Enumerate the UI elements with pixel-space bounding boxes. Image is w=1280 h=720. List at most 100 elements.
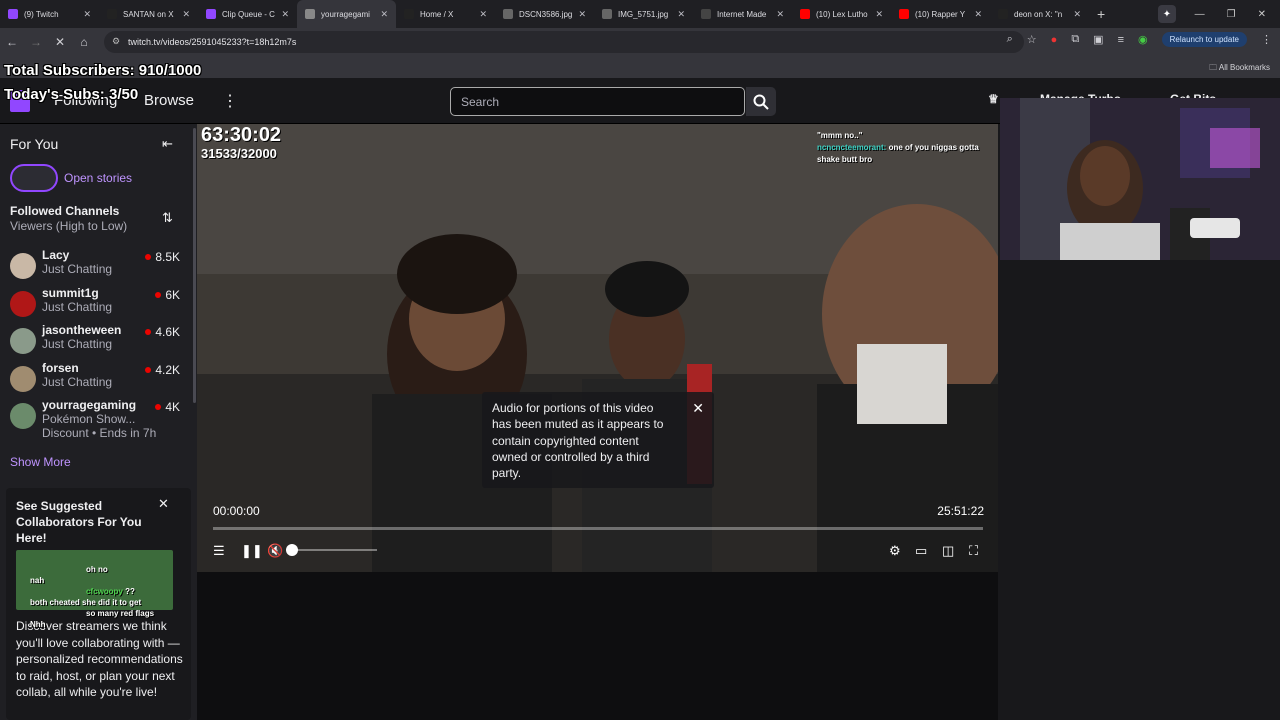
sidebar-channel[interactable]: yourragegaming Pokémon Show... 4K Discount … bbox=[10, 398, 185, 440]
settings-icon[interactable]: ⚙ bbox=[889, 543, 901, 559]
sidebar-channel[interactable]: summit1g Just Chatting 6K bbox=[10, 286, 185, 320]
extension-red-icon[interactable]: ● bbox=[1051, 34, 1058, 46]
home-icon[interactable]: ⌂ bbox=[72, 35, 96, 49]
channel-name: summit1g bbox=[42, 285, 99, 300]
fullscreen-icon[interactable]: ⛶ bbox=[969, 543, 978, 559]
browser-tab[interactable]: (9) Twitch ✕ bbox=[0, 0, 99, 28]
browser-tab[interactable]: Internet Made ✕ bbox=[693, 0, 792, 28]
volume-slider[interactable] bbox=[293, 549, 377, 551]
tab-title: deon on X: "n bbox=[1014, 9, 1063, 19]
open-stories[interactable]: Open stories bbox=[10, 164, 132, 192]
tab-close-icon[interactable]: ✕ bbox=[83, 9, 91, 20]
tab-title: yourragegami bbox=[321, 9, 370, 19]
address-bar-row: ← → ✕ ⌂ ⚙ twitch.tv/videos/2591045233?t=… bbox=[0, 28, 1280, 56]
tab-close-icon[interactable]: ✕ bbox=[281, 9, 289, 20]
tab-title: DSCN3586.jpg bbox=[519, 9, 573, 19]
duration: 25:51:22 bbox=[937, 504, 984, 518]
minimize-icon[interactable]: — bbox=[1195, 9, 1205, 20]
forward-icon[interactable]: → bbox=[24, 35, 48, 49]
browser-tab[interactable]: IMG_5751.jpg ✕ bbox=[594, 0, 693, 28]
volume-knob[interactable] bbox=[286, 544, 298, 556]
sidebar-channel[interactable]: forsen Just Chatting 4.2K bbox=[10, 361, 185, 395]
tab-close-icon[interactable]: ✕ bbox=[380, 9, 388, 20]
overlay-chat-line: "mmm no.." bbox=[817, 130, 997, 142]
search-icon bbox=[753, 94, 769, 110]
more-icon[interactable]: ⋮ bbox=[222, 91, 238, 111]
bookmark-star-icon[interactable]: ☆ bbox=[1027, 33, 1037, 46]
muted-audio-notice: Audio for portions of this video has bee… bbox=[482, 392, 714, 488]
video-frame bbox=[197, 124, 998, 572]
below-player-area bbox=[197, 572, 998, 720]
browser-tab[interactable]: deon on X: "n ✕ bbox=[990, 0, 1089, 28]
tab-close-icon[interactable]: ✕ bbox=[974, 9, 982, 20]
reading-list-icon[interactable]: ≡ bbox=[1118, 34, 1124, 46]
sidebar-scrollbar[interactable] bbox=[193, 128, 196, 403]
sidebar-channel[interactable]: Lacy Just Chatting 8.5K bbox=[10, 248, 185, 282]
menu-dots-icon[interactable]: ⋮ bbox=[1261, 33, 1272, 46]
channel-category: Just Chatting bbox=[42, 262, 113, 276]
chat-message: ?? bbox=[125, 587, 135, 596]
zoom-icon[interactable]: ⌕ bbox=[1007, 33, 1013, 46]
browse-link[interactable]: Browse bbox=[144, 92, 194, 109]
browser-tab[interactable]: (10) Lex Lutho ✕ bbox=[792, 0, 891, 28]
current-time: 00:00:00 bbox=[213, 504, 260, 518]
new-tab-button[interactable]: + bbox=[1089, 6, 1113, 22]
tab-close-icon[interactable]: ✕ bbox=[578, 9, 586, 20]
channel-promo: Discount • Ends in 7h bbox=[42, 426, 157, 440]
extensions-icon[interactable]: ⧉ bbox=[1071, 33, 1079, 46]
profile-icon[interactable]: ◉ bbox=[1138, 33, 1148, 46]
gemini-icon[interactable]: ✦ bbox=[1158, 5, 1176, 23]
site-info-icon[interactable]: ⚙ bbox=[112, 36, 120, 47]
crown-icon[interactable]: ♕ bbox=[988, 92, 999, 106]
tab-close-icon[interactable]: ✕ bbox=[875, 9, 883, 20]
theatre-mode-icon[interactable]: ▭ bbox=[915, 543, 927, 559]
close-icon[interactable]: ✕ bbox=[158, 496, 169, 512]
seek-bar[interactable] bbox=[213, 527, 983, 530]
bottom-chat-line: nah bbox=[0, 575, 210, 586]
sort-icon[interactable]: ⇅ bbox=[162, 210, 173, 226]
video-player[interactable]: 63:30:02 31533/32000 "mmm no.." ncncnctee… bbox=[197, 124, 998, 572]
tab-close-icon[interactable]: ✕ bbox=[677, 9, 685, 20]
tab-close-icon[interactable]: ✕ bbox=[776, 9, 784, 20]
browser-tab[interactable]: yourragegami ✕ bbox=[297, 0, 396, 28]
stop-icon[interactable]: ✕ bbox=[48, 35, 72, 49]
pause-icon[interactable]: ❚❚ bbox=[241, 543, 263, 559]
all-bookmarks-link[interactable]: 🗀 All Bookmarks bbox=[1209, 62, 1270, 76]
chat-message: Nhh bbox=[30, 620, 46, 629]
close-notice-icon[interactable]: ✕ bbox=[692, 400, 704, 416]
browser-tab[interactable]: Clip Queue - C ✕ bbox=[198, 0, 297, 28]
back-icon[interactable]: ← bbox=[0, 35, 24, 49]
channel-name: Lacy bbox=[42, 248, 70, 262]
search-button[interactable] bbox=[746, 87, 776, 116]
search-input[interactable]: Search bbox=[450, 87, 745, 116]
close-window-icon[interactable]: ✕ bbox=[1258, 9, 1266, 20]
tab-favicon-icon bbox=[998, 9, 1008, 19]
browser-tab[interactable]: Home / X ✕ bbox=[396, 0, 495, 28]
stories-avatars bbox=[10, 164, 58, 192]
url-field[interactable]: ⚙ twitch.tv/videos/2591045233?t=18h12m7s bbox=[104, 31, 1024, 53]
restore-icon[interactable]: ❐ bbox=[1227, 9, 1236, 20]
relaunch-button[interactable]: Relaunch to update bbox=[1161, 32, 1247, 47]
mute-icon[interactable]: 🔇 bbox=[267, 543, 283, 559]
split-view-icon[interactable]: ▣ bbox=[1093, 33, 1103, 46]
browser-tab[interactable]: DSCN3586.jpg ✕ bbox=[495, 0, 594, 28]
show-more-link[interactable]: Show More bbox=[10, 455, 71, 469]
browser-tab[interactable]: (10) Rapper Y ✕ bbox=[891, 0, 990, 28]
viewer-count: 4.6K bbox=[145, 325, 180, 339]
collapse-sidebar-icon[interactable]: ⇤ bbox=[162, 136, 173, 152]
tab-title: Home / X bbox=[420, 9, 454, 19]
sidebar: For You ⇤ Open stories Followed Channels… bbox=[0, 124, 197, 720]
browser-toolbar-right: ⌕ ☆ ● ⧉ ▣ ≡ ◉ Relaunch to update ⋮ bbox=[1007, 32, 1272, 47]
avatar bbox=[10, 365, 36, 392]
sidebar-heading: For You bbox=[10, 136, 59, 152]
chapters-icon[interactable]: ☰ bbox=[213, 543, 225, 559]
tab-close-icon[interactable]: ✕ bbox=[479, 9, 487, 20]
tab-close-icon[interactable]: ✕ bbox=[1073, 9, 1081, 20]
sidebar-channel[interactable]: jasontheween Just Chatting 4.6K bbox=[10, 323, 185, 357]
webcam-overlay bbox=[1000, 98, 1280, 260]
tab-close-icon[interactable]: ✕ bbox=[182, 9, 190, 20]
tab-title: IMG_5751.jpg bbox=[618, 9, 669, 19]
chat-toggle-icon[interactable]: ◫ bbox=[942, 543, 954, 559]
browser-tab[interactable]: SANTAN on X ✕ bbox=[99, 0, 198, 28]
channel-category: Just Chatting bbox=[42, 374, 113, 389]
